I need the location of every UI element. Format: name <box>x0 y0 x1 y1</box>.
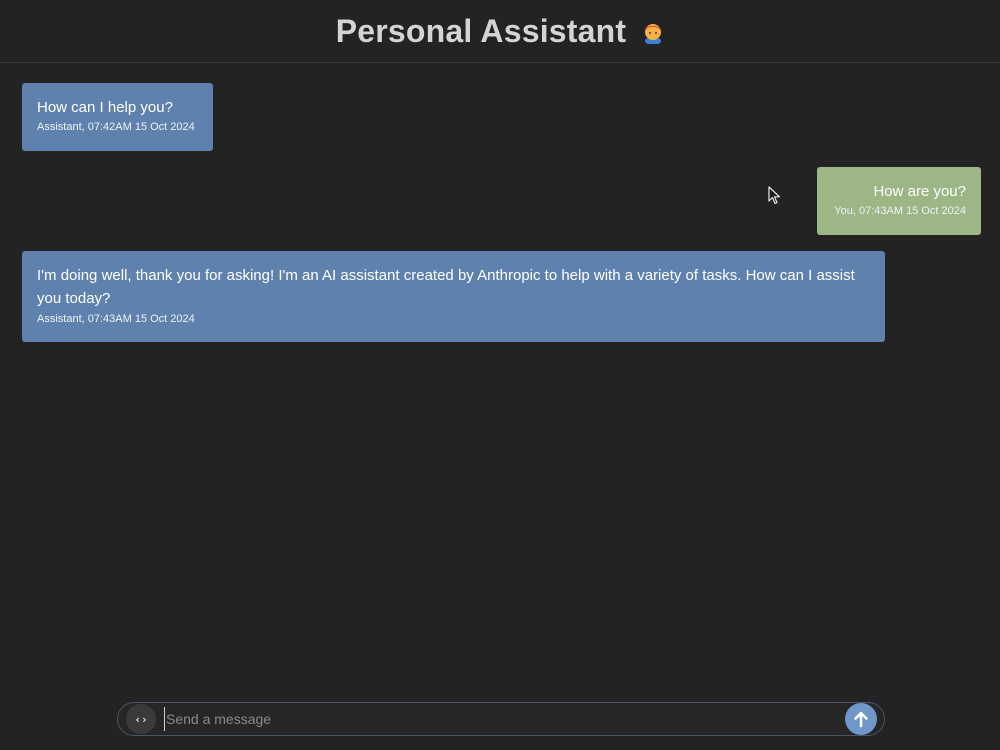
code-icon: ‹› <box>134 712 148 726</box>
message-meta: Assistant, 07:42AM 15 Oct 2024 <box>37 121 195 133</box>
send-button[interactable] <box>845 703 877 735</box>
mouse-pointer-icon <box>768 186 782 206</box>
page-title: Personal Assistant <box>335 12 627 49</box>
message-meta: You, 07:43AM 15 Oct 2024 <box>834 205 966 217</box>
arrow-up-icon <box>854 711 868 728</box>
header-bar: Personal Assistant <box>0 0 1000 63</box>
message-input[interactable] <box>164 707 836 731</box>
code-toggle-button[interactable]: ‹› <box>126 704 156 734</box>
message-composer: ‹› <box>117 702 885 736</box>
chat-app: Personal Assistant How can I help you? A… <box>0 0 1000 750</box>
assistant-message: I'm doing well, thank you for asking! I'… <box>22 251 885 342</box>
assistant-message: How can I help you? Assistant, 07:42AM 1… <box>22 83 213 151</box>
message-text: How are you? <box>873 183 966 200</box>
person-avatar-icon <box>642 20 664 44</box>
message-text: I'm doing well, thank you for asking! I'… <box>37 267 855 307</box>
message-text: How can I help you? <box>37 99 173 116</box>
user-message: How are you? You, 07:43AM 15 Oct 2024 <box>817 167 981 235</box>
message-meta: Assistant, 07:43AM 15 Oct 2024 <box>37 313 195 325</box>
